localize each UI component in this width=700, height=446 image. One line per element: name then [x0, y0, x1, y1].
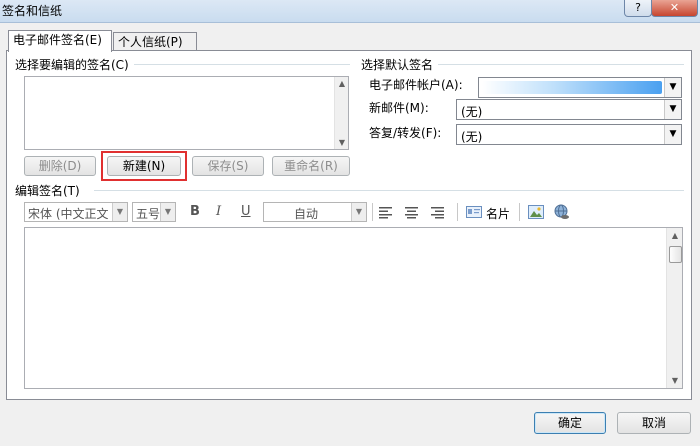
bold-button[interactable]: B [190, 204, 200, 219]
reply-label: 答复/转发(F): [369, 126, 442, 140]
font-value: 宋体 (中文正文 [28, 207, 109, 221]
picture-icon[interactable] [528, 205, 544, 219]
scroll-down-icon[interactable]: ▼ [335, 138, 349, 147]
business-card-label: 名片 [486, 207, 511, 221]
font-size-value: 五号 [136, 207, 161, 221]
new-mail-value: (无) [461, 105, 483, 119]
save-button[interactable]: 保存(S) [192, 156, 264, 176]
edit-signature-label: 编辑签名(T) [15, 184, 80, 198]
signature-list-scrollbar[interactable]: ▲ ▼ [334, 77, 348, 149]
help-button[interactable]: ? [624, 0, 652, 17]
new-button-label: 新建(N) [122, 159, 166, 173]
font-size-select[interactable]: 五号 ▼ [132, 202, 176, 222]
title-bar: 签名和信纸 ? ✕ [0, 0, 700, 23]
new-button[interactable]: 新建(N) [107, 156, 181, 176]
align-center-icon[interactable] [404, 205, 420, 219]
delete-button-label: 删除(D) [38, 159, 82, 173]
scroll-up-icon[interactable]: ▲ [335, 79, 349, 88]
tab-label: 个人信纸(P) [118, 35, 183, 49]
toolbar-separator [372, 203, 373, 221]
business-card-icon [466, 206, 482, 218]
group-rule [134, 64, 350, 65]
font-color-value: 自动 [294, 207, 319, 221]
close-button[interactable]: ✕ [651, 0, 698, 17]
chevron-down-icon[interactable]: ▼ [664, 78, 681, 97]
scroll-down-icon[interactable]: ▼ [667, 376, 683, 385]
save-button-label: 保存(S) [207, 159, 249, 173]
default-signature-title: 选择默认签名 [361, 58, 434, 72]
toolbar-separator [519, 203, 520, 221]
signature-list[interactable]: ▲ ▼ [24, 76, 349, 150]
chevron-down-icon[interactable]: ▼ [160, 203, 175, 221]
account-value-redacted [482, 81, 662, 94]
ok-button[interactable]: 确定 [534, 412, 606, 434]
select-signature-label: 选择要编辑的签名(C) [15, 58, 129, 72]
font-select[interactable]: 宋体 (中文正文 ▼ [24, 202, 128, 222]
help-icon: ? [635, 1, 641, 14]
scroll-up-icon[interactable]: ▲ [667, 231, 683, 240]
toolbar-separator [457, 203, 458, 221]
align-right-icon[interactable] [430, 205, 446, 219]
font-color-select[interactable]: 自动 ▼ [263, 202, 367, 222]
cancel-button[interactable]: 取消 [617, 412, 691, 434]
new-mail-select[interactable]: (无) ▼ [456, 99, 682, 120]
ok-button-label: 确定 [557, 416, 582, 430]
cancel-button-label: 取消 [641, 416, 666, 430]
align-left-icon[interactable] [378, 205, 394, 219]
italic-button[interactable]: I [216, 204, 221, 219]
chevron-down-icon[interactable]: ▼ [664, 100, 681, 119]
group-rule [438, 64, 684, 65]
signature-editor[interactable]: ▲ ▼ [24, 227, 683, 389]
new-mail-label: 新邮件(M): [369, 101, 429, 115]
window-title: 签名和信纸 [2, 4, 63, 18]
chevron-down-icon[interactable]: ▼ [664, 125, 681, 144]
account-select[interactable]: ▼ [478, 77, 682, 98]
hyperlink-icon[interactable] [553, 204, 571, 220]
reply-value: (无) [461, 130, 483, 144]
tab-email-signature[interactable]: 电子邮件签名(E) [8, 30, 112, 52]
account-label: 电子邮件帐户(A): [369, 78, 463, 92]
editor-scroll-thumb[interactable] [669, 246, 682, 263]
underline-button[interactable]: U [241, 204, 251, 219]
close-icon: ✕ [669, 1, 680, 14]
tab-label: 电子邮件签名(E) [13, 33, 102, 47]
editor-scrollbar[interactable]: ▲ ▼ [666, 228, 682, 388]
chevron-down-icon[interactable]: ▼ [351, 203, 366, 221]
chevron-down-icon[interactable]: ▼ [112, 203, 127, 221]
rename-button-label: 重命名(R) [284, 159, 338, 173]
reply-select[interactable]: (无) ▼ [456, 124, 682, 145]
tab-personal-stationery[interactable]: 个人信纸(P) [113, 32, 197, 52]
rename-button[interactable]: 重命名(R) [272, 156, 350, 176]
group-rule [94, 190, 684, 191]
delete-button[interactable]: 删除(D) [24, 156, 96, 176]
